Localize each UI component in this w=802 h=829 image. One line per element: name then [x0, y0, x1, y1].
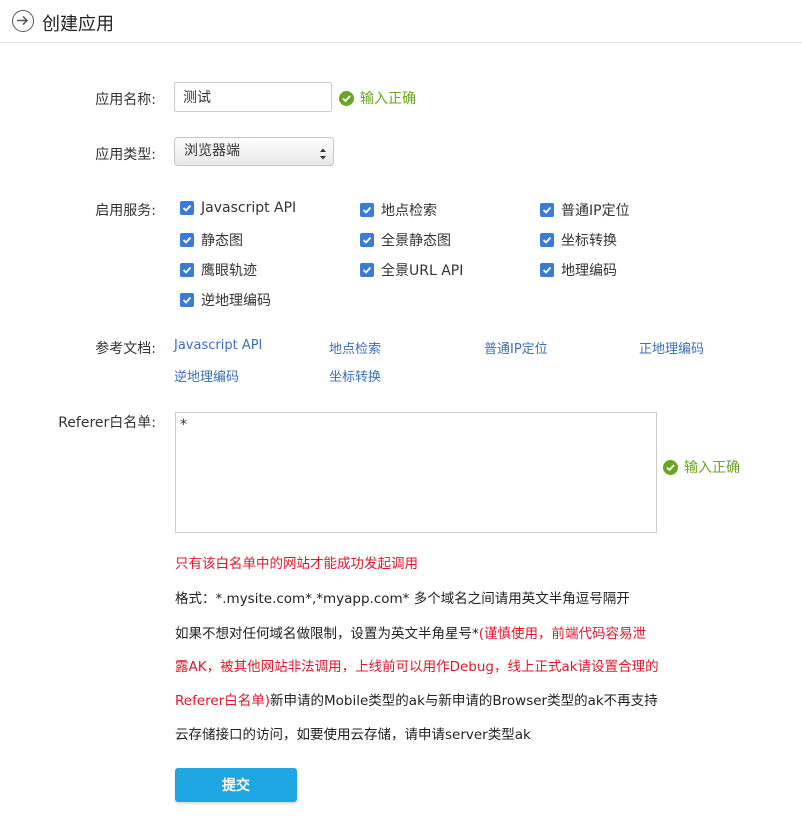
docs-label: 参考文档:	[95, 341, 156, 357]
service-checkbox-6[interactable]: 鹰眼轨迹	[180, 260, 257, 280]
checkbox-checked-icon[interactable]	[180, 233, 194, 247]
note-line-3: 如果不想对任何域名做限制，设置为英文半角星号*(谨慎使用，前端代码容易泄	[175, 622, 646, 642]
service-checkbox-8[interactable]: 地理编码	[540, 260, 617, 280]
checkbox-checked-icon[interactable]	[180, 293, 194, 307]
service-label: 鹰眼轨迹	[201, 263, 257, 279]
note-line-2: 格式：*.mysite.com*,*myapp.com* 多个域名之间请用英文半…	[175, 591, 630, 607]
doc-link-place-search[interactable]: 地点检索	[329, 338, 381, 357]
service-checkbox-9[interactable]: 逆地理编码	[180, 290, 271, 310]
checkbox-checked-icon[interactable]	[360, 263, 374, 277]
checkbox-checked-icon[interactable]	[180, 201, 194, 215]
app-name-valid-tip: 输入正确	[339, 88, 416, 108]
app-name-valid-text: 输入正确	[360, 91, 416, 107]
service-label: 静态图	[201, 233, 243, 249]
back-arrow-icon[interactable]	[12, 10, 34, 32]
checkbox-checked-icon[interactable]	[540, 233, 554, 247]
doc-link-ip-location[interactable]: 普通IP定位	[484, 338, 548, 357]
note-line-3-warning: (谨慎使用，前端代码容易泄	[478, 626, 647, 642]
check-circle-icon	[339, 90, 354, 106]
submit-button[interactable]: 提交	[175, 768, 297, 802]
referer-whitelist-textarea[interactable]: *	[175, 412, 657, 533]
note-line-5-normal: 新申请的Mobile类型的ak与新申请的Browser类型的ak不再支持	[270, 693, 658, 709]
service-label: Javascript API	[201, 200, 297, 216]
app-type-select[interactable]: 浏览器端	[174, 137, 334, 166]
note-line-6: 云存储接口的访问，如要使用云存储，请申请server类型ak	[175, 727, 531, 743]
note-line-4: 露AK，被其他网站非法调用，上线前可以用作Debug，线上正式ak请设置合理的	[175, 659, 659, 675]
service-label: 全景静态图	[381, 233, 451, 249]
app-type-value: 浏览器端	[184, 143, 240, 159]
note-line-5: Referer白名单)新申请的Mobile类型的ak与新申请的Browser类型…	[175, 689, 658, 709]
service-label: 坐标转换	[561, 233, 617, 249]
app-type-label: 应用类型:	[95, 147, 156, 163]
service-checkbox-1[interactable]: 地点检索	[360, 200, 437, 220]
service-label: 地点检索	[381, 203, 437, 219]
doc-link-geocoding[interactable]: 正地理编码	[639, 338, 704, 357]
service-label: 逆地理编码	[201, 293, 271, 309]
doc-link-javascript-api[interactable]: Javascript API	[174, 338, 262, 353]
note-line-1: 只有该白名单中的网站才能成功发起调用	[175, 556, 418, 572]
app-name-input[interactable]	[174, 82, 332, 112]
checkbox-checked-icon[interactable]	[360, 203, 374, 217]
checkbox-checked-icon[interactable]	[180, 263, 194, 277]
service-checkbox-7[interactable]: 全景URL API	[360, 260, 463, 280]
doc-link-reverse-geocoding[interactable]: 逆地理编码	[174, 366, 239, 385]
service-checkbox-0[interactable]: Javascript API	[180, 200, 296, 216]
service-label: 普通IP定位	[561, 203, 630, 219]
service-checkbox-2[interactable]: 普通IP定位	[540, 200, 630, 220]
note-line-3-normal: 如果不想对任何域名做限制，设置为英文半角星号*	[175, 626, 479, 642]
app-name-label: 应用名称:	[95, 92, 156, 108]
service-label: 全景URL API	[381, 263, 464, 279]
page-title: 创建应用	[42, 14, 114, 35]
page-header: 创建应用	[0, 0, 802, 43]
service-label: 地理编码	[561, 263, 617, 279]
referer-valid-tip: 输入正确	[663, 457, 740, 477]
checkbox-checked-icon[interactable]	[540, 263, 554, 277]
service-checkbox-5[interactable]: 坐标转换	[540, 230, 617, 250]
checkbox-checked-icon[interactable]	[360, 233, 374, 247]
check-circle-icon	[663, 459, 678, 475]
referer-valid-text: 输入正确	[684, 460, 740, 476]
select-arrows-icon	[319, 144, 327, 171]
doc-link-coord-convert[interactable]: 坐标转换	[329, 366, 381, 385]
services-label: 启用服务:	[95, 203, 156, 219]
checkbox-checked-icon[interactable]	[540, 203, 554, 217]
service-checkbox-3[interactable]: 静态图	[180, 230, 243, 250]
note-line-5-warning: Referer白名单)	[175, 693, 271, 709]
referer-label: Referer白名单:	[58, 415, 156, 431]
service-checkbox-4[interactable]: 全景静态图	[360, 230, 451, 250]
